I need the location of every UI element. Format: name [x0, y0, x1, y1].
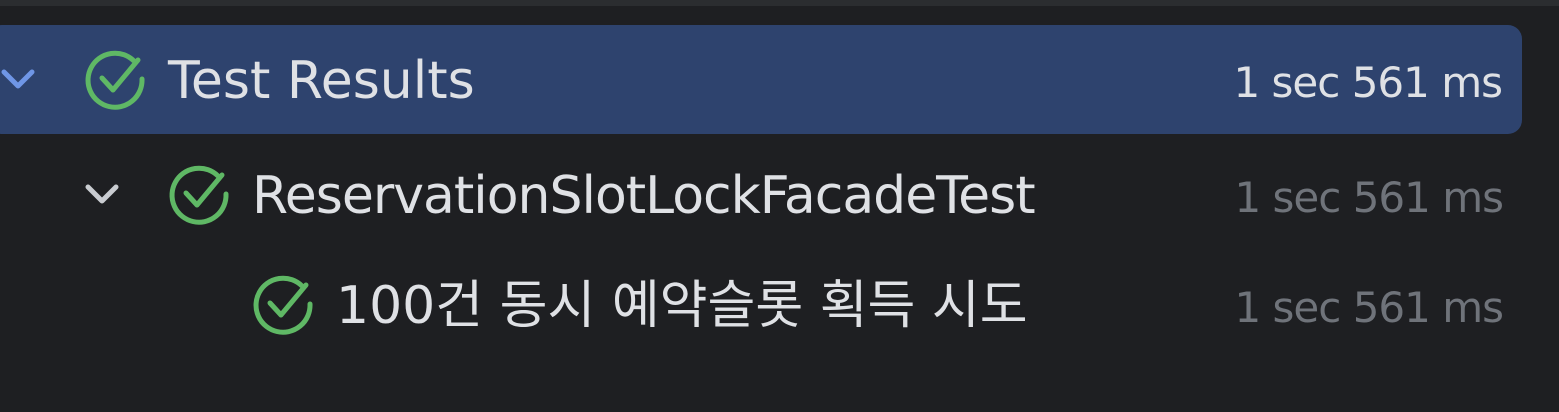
- check-circle-icon: [250, 270, 316, 336]
- tree-row-test-method[interactable]: 100건 동시 예약슬롯 획득 시도 1 sec 561 ms: [0, 250, 1559, 360]
- chevron-down-icon[interactable]: [82, 174, 122, 214]
- chevron-down-icon[interactable]: [0, 59, 38, 99]
- tree-item-label: ReservationSlotLockFacadeTest: [252, 166, 1036, 226]
- tree-row-test-class[interactable]: ReservationSlotLockFacadeTest 1 sec 561 …: [0, 140, 1559, 250]
- test-duration: 1 sec 561 ms: [1234, 173, 1504, 222]
- panel-top-border: [0, 0, 1559, 6]
- test-duration: 1 sec 561 ms: [1234, 283, 1504, 332]
- test-results-panel: Test Results 1 sec 561 ms ReservationSlo…: [0, 0, 1559, 412]
- check-circle-icon: [166, 160, 232, 226]
- check-circle-icon: [82, 45, 148, 111]
- tree-item-label: Test Results: [168, 51, 475, 111]
- test-duration: 1 sec 561 ms: [1233, 58, 1503, 107]
- tree-item-label: 100건 동시 예약슬롯 획득 시도: [336, 276, 1028, 336]
- tree-row-test-results[interactable]: Test Results 1 sec 561 ms: [0, 25, 1522, 134]
